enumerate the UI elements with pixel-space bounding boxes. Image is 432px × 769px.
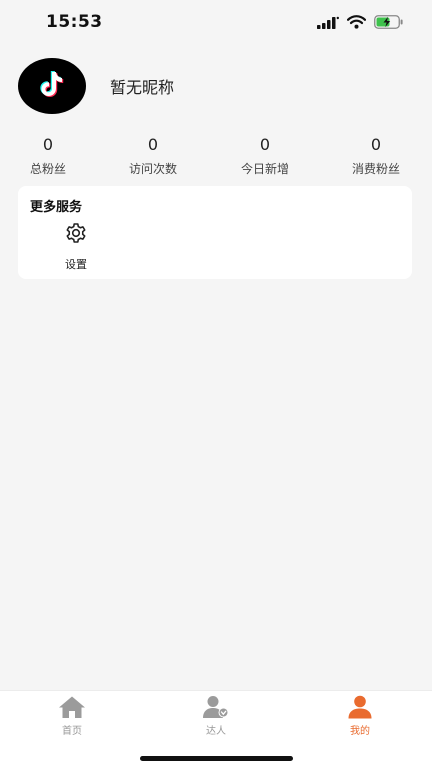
tab-talent[interactable]: 达人 [186, 695, 246, 737]
home-icon [58, 695, 86, 723]
settings-button[interactable]: 设置 [55, 222, 97, 272]
stat-value: 0 [370, 135, 382, 154]
avatar[interactable] [18, 58, 86, 114]
tab-home-label: 首页 [62, 726, 82, 737]
gear-icon [64, 221, 88, 249]
nickname[interactable]: 暂无昵称 [110, 74, 174, 98]
tab-mine-label: 我的 [350, 726, 370, 737]
stat-value: 0 [147, 135, 159, 154]
stat-today-new[interactable]: 0 今日新增 [220, 135, 310, 177]
tab-talent-label: 达人 [206, 726, 226, 737]
person-check-icon [202, 695, 230, 723]
stat-label: 访问次数 [128, 162, 177, 176]
stat-visits[interactable]: 0 访问次数 [108, 135, 198, 177]
status-icons [317, 14, 404, 33]
stat-label: 总粉丝 [29, 162, 66, 176]
status-time: 15:53 [46, 12, 103, 32]
profile-header: 暂无昵称 [18, 58, 174, 114]
settings-label: 设置 [65, 258, 87, 271]
services-card: 更多服务 设置 [18, 186, 412, 279]
stat-value: 0 [259, 135, 271, 154]
home-indicator[interactable] [140, 756, 293, 761]
wifi-icon [346, 14, 367, 33]
tab-mine[interactable]: 我的 [330, 695, 390, 737]
stat-value: 0 [42, 135, 54, 154]
stat-consumer-fans[interactable]: 0 消费粉丝 [331, 135, 421, 177]
cellular-signal-icon [317, 14, 339, 33]
tiktok-logo-icon [38, 69, 66, 103]
stats-row: 0 总粉丝 0 访问次数 0 今日新增 0 消费粉丝 [0, 135, 432, 181]
tab-home[interactable]: 首页 [42, 695, 102, 737]
stat-label: 消费粉丝 [351, 162, 400, 176]
person-icon [347, 695, 373, 723]
battery-charging-icon [374, 14, 404, 33]
services-title: 更多服务 [30, 200, 83, 215]
status-bar: 15:53 [0, 0, 432, 44]
stat-total-fans[interactable]: 0 总粉丝 [3, 135, 93, 177]
stat-label: 今日新增 [240, 162, 289, 176]
